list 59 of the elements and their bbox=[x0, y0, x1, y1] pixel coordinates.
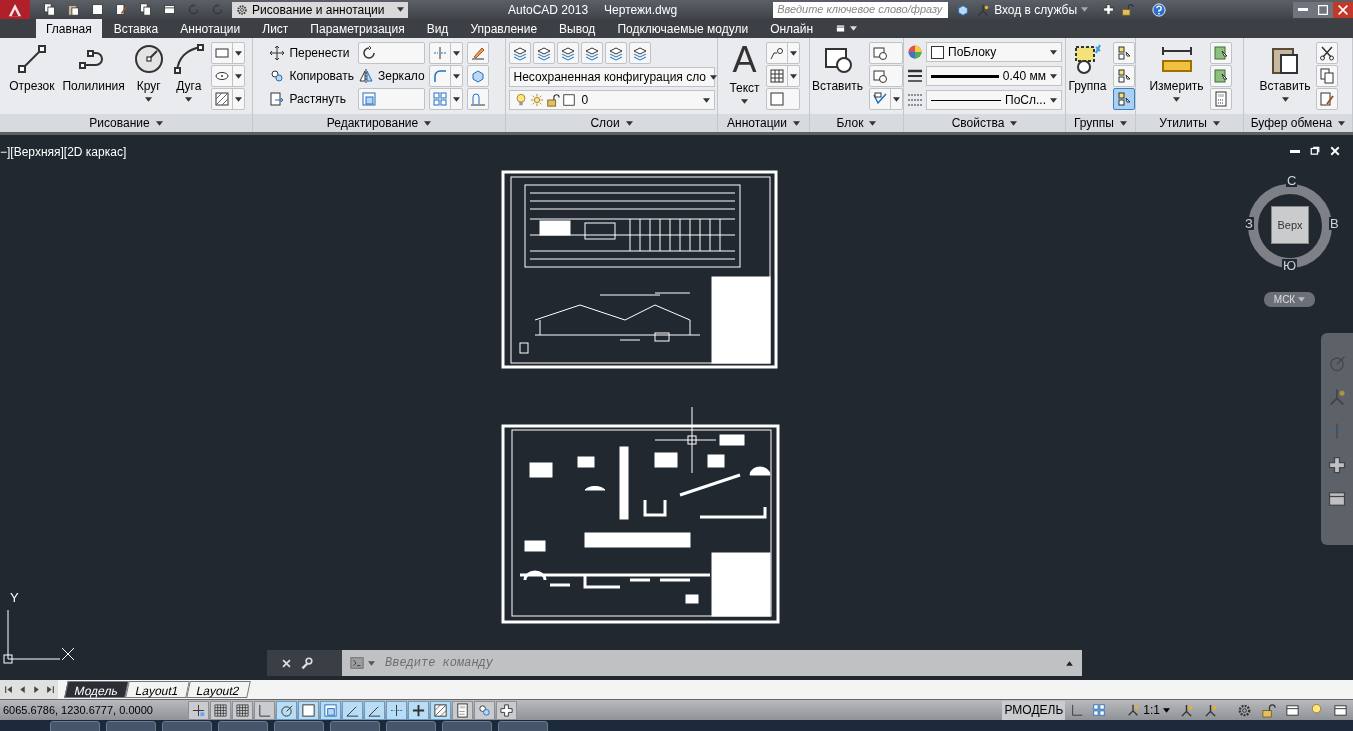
tool-button[interactable]: Вставить bbox=[1257, 41, 1313, 111]
panel-title[interactable]: Рисование bbox=[0, 114, 252, 132]
viewcube-face[interactable]: Верх bbox=[1271, 206, 1309, 244]
layout-tab[interactable]: Модель bbox=[64, 681, 129, 698]
panel-title[interactable]: Свойства bbox=[904, 114, 1065, 132]
model-space-button[interactable]: РМОДЕЛЬ bbox=[1002, 700, 1066, 720]
file-name: Чертежи.dwg bbox=[604, 1, 678, 19]
compass-label[interactable]: С bbox=[1286, 174, 1298, 187]
letter-glyph: A bbox=[732, 43, 757, 77]
ribbon-tab[interactable]: Главная bbox=[36, 19, 102, 38]
panel-title[interactable]: Слои bbox=[506, 114, 717, 132]
tool-button[interactable]: Растянуть bbox=[269, 88, 354, 110]
tool-button[interactable]: Вставить bbox=[810, 41, 865, 111]
ribbon-tab[interactable]: Вывод bbox=[549, 19, 606, 38]
tool-button[interactable]: Копировать bbox=[269, 65, 354, 87]
compass-label[interactable]: З bbox=[1244, 217, 1254, 230]
tool-button[interactable]: Дуга bbox=[170, 41, 207, 111]
panel-title[interactable]: Редактирование bbox=[253, 114, 505, 132]
sign-in-button[interactable]: Вход в службы bbox=[976, 0, 1089, 19]
tool-button[interactable]: Измерить bbox=[1147, 41, 1206, 111]
ribbon-tab[interactable]: Лист bbox=[252, 19, 299, 38]
layout-tab[interactable]: Layout1 bbox=[125, 681, 190, 698]
lineweight-dropdown[interactable]: 0.40 мм bbox=[926, 66, 1062, 86]
viewport-controls-label[interactable]: −][Верхняя][2D каркас] bbox=[0, 143, 127, 161]
app-title: AutoCAD 2013 bbox=[508, 1, 589, 19]
compass-label[interactable]: Ю bbox=[1282, 259, 1298, 272]
coordinates-readout: 6065.6786, 1230.6777, 0.0000 bbox=[2, 702, 154, 718]
tool-button[interactable]: Полилиния bbox=[60, 41, 127, 111]
ribbon-tab[interactable]: Параметризация bbox=[300, 19, 415, 38]
tool-button[interactable]: Круг bbox=[130, 41, 167, 111]
tool-button[interactable]: A Текст bbox=[727, 41, 762, 111]
panel-title[interactable]: Блок bbox=[810, 114, 903, 132]
tool-button[interactable]: Группа bbox=[1066, 41, 1109, 111]
search-field[interactable]: Введите ключевое слово/фразу bbox=[773, 1, 949, 18]
ribbon-tab[interactable]: Вставка bbox=[103, 19, 169, 38]
panel-title[interactable]: Утилиты bbox=[1136, 114, 1243, 132]
annotation-scale-dropdown[interactable]: 1:1 bbox=[1123, 700, 1173, 720]
panel-title[interactable]: Группы bbox=[1066, 114, 1135, 132]
ribbon-tab[interactable]: Вид bbox=[416, 19, 459, 38]
layer-dropdown[interactable]: 0 bbox=[508, 90, 715, 110]
ribbon-tab[interactable]: Аннотации bbox=[170, 19, 251, 38]
ribbon-tab[interactable]: Управление bbox=[460, 19, 548, 38]
compass-label[interactable]: В bbox=[1329, 217, 1340, 230]
workspace-dropdown[interactable]: Рисование и аннотации bbox=[232, 1, 408, 18]
coordinate-system-menu[interactable]: МСК bbox=[1264, 292, 1315, 307]
layout-tab[interactable]: Layout2 bbox=[185, 681, 251, 698]
layer-state-dropdown[interactable]: Несохраненная конфигурация сло bbox=[508, 67, 715, 87]
color-dropdown[interactable]: ПоБлоку bbox=[926, 42, 1062, 62]
axis-label: Y bbox=[10, 591, 19, 604]
ribbon-tab[interactable]: Онлайн bbox=[760, 19, 824, 38]
command-line-field[interactable]: Введите команду bbox=[342, 650, 1082, 676]
tool-button[interactable]: Отрезок bbox=[7, 41, 57, 111]
ribbon-tab[interactable]: Подключаемые модули bbox=[607, 19, 759, 38]
command-input-field[interactable]: Введите команду bbox=[385, 654, 1061, 672]
linetype-dropdown[interactable]: ПоСл... bbox=[926, 90, 1062, 110]
panel-title[interactable]: Аннотации bbox=[718, 114, 809, 132]
panel-title[interactable]: Буфер обмена bbox=[1244, 114, 1352, 132]
tool-button[interactable]: Перенести bbox=[269, 42, 354, 64]
tool-button[interactable]: Зеркало bbox=[358, 65, 425, 87]
